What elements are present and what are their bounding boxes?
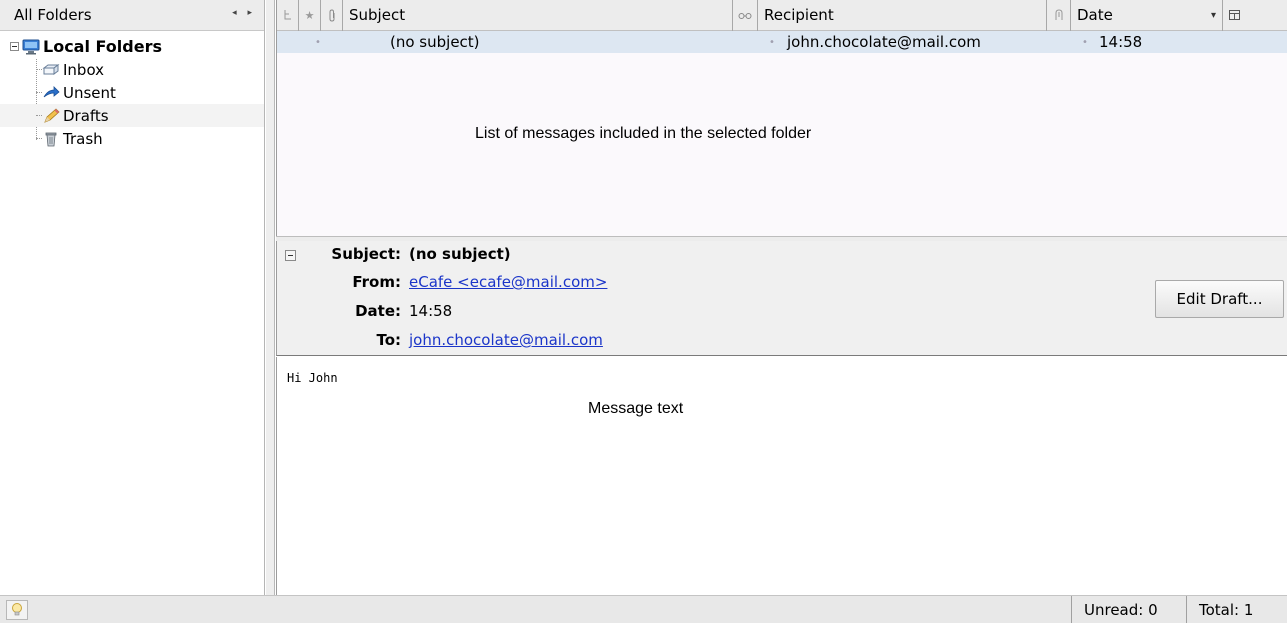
sidebar-item-label: Drafts: [63, 106, 109, 125]
folder-pane: All Folders ◂ ▸ Local Folders Inbox Unse…: [0, 0, 265, 595]
message-list-header: ★ Subject Recipient Date ▾: [277, 0, 1287, 31]
column-header-recipient[interactable]: Recipient: [758, 0, 1047, 31]
pencil-icon: [42, 107, 60, 124]
spam-status-dot-icon[interactable]: •: [1082, 37, 1088, 48]
thread-column-icon[interactable]: [277, 0, 299, 31]
sidebar-item-label: Inbox: [63, 60, 105, 79]
row-subject: (no subject): [390, 33, 480, 51]
message-header-pane: Subject: (no subject) From: eCafe <ecafe…: [276, 241, 1287, 356]
sidebar-item-label: Unsent: [63, 83, 116, 102]
column-header-label: Recipient: [764, 6, 834, 24]
sidebar-item-unsent[interactable]: Unsent: [0, 81, 264, 104]
column-picker-icon[interactable]: [1223, 0, 1245, 31]
tree-item-label: Local Folders: [43, 37, 162, 56]
trash-icon: [42, 131, 60, 147]
collapse-toggle-icon[interactable]: [10, 42, 19, 51]
row-recipient: john.chocolate@mail.com: [787, 33, 981, 51]
computer-icon: [22, 39, 40, 55]
message-body-pane[interactable]: Hi John Message text: [276, 357, 1287, 595]
spam-icon[interactable]: [1047, 0, 1071, 31]
date-label: Date:: [355, 302, 401, 320]
sidebar-item-label: Trash: [63, 129, 103, 148]
folder-view-switch-arrows-icon[interactable]: ◂ ▸: [232, 8, 256, 18]
edit-draft-button[interactable]: Edit Draft...: [1155, 280, 1284, 318]
unread-count: Unread: 0: [1071, 596, 1186, 623]
collapse-header-icon[interactable]: [285, 250, 296, 261]
sidebar-item-trash[interactable]: Trash: [0, 127, 264, 150]
read-status-dot-icon[interactable]: •: [315, 37, 321, 48]
total-count: Total: 1: [1186, 596, 1287, 623]
tree-item-local-folders[interactable]: Local Folders: [0, 35, 264, 58]
message-body-caption: Message text: [588, 400, 684, 417]
from-label: From:: [352, 273, 401, 291]
inbox-icon: [42, 62, 60, 78]
column-header-label: Date: [1077, 6, 1113, 24]
pane-splitter[interactable]: [266, 0, 275, 595]
column-header-date[interactable]: Date ▾: [1071, 0, 1223, 31]
message-list-caption: List of messages included in the selecte…: [475, 125, 812, 142]
subject-label: Subject:: [331, 245, 401, 263]
header-date-row: Date: 14:58: [315, 302, 452, 320]
folder-pane-title: All Folders: [14, 6, 92, 24]
subject-value: (no subject): [409, 245, 511, 263]
folder-pane-header[interactable]: All Folders ◂ ▸: [0, 0, 264, 31]
read-glasses-icon[interactable]: [733, 0, 758, 31]
column-header-subject[interactable]: Subject: [343, 0, 733, 31]
attachment-icon[interactable]: [321, 0, 343, 31]
column-header-label: Subject: [349, 6, 406, 24]
header-from-row: From: eCafe <ecafe@mail.com>: [315, 273, 607, 291]
activity-bulb-icon[interactable]: [6, 600, 28, 620]
header-to-row: To: john.chocolate@mail.com: [315, 331, 603, 349]
to-link[interactable]: john.chocolate@mail.com: [409, 331, 603, 349]
header-subject-row: Subject: (no subject): [315, 245, 511, 263]
sort-dropdown-icon[interactable]: ▾: [1211, 10, 1216, 21]
status-bar: Unread: 0 Total: 1: [0, 595, 1287, 623]
from-link[interactable]: eCafe <ecafe@mail.com>: [409, 273, 607, 291]
row-date: 14:58: [1099, 33, 1143, 51]
message-list: ★ Subject Recipient Date ▾ • (no subject…: [276, 0, 1287, 236]
date-value: 14:58: [409, 302, 453, 320]
read-status-dot-icon[interactable]: •: [769, 37, 775, 48]
unsent-arrow-icon: [42, 85, 60, 101]
sidebar-item-drafts[interactable]: Drafts: [0, 104, 264, 127]
message-body-text: Hi John: [287, 371, 338, 385]
star-icon[interactable]: ★: [299, 0, 321, 31]
folder-tree: Local Folders Inbox Unsent Drafts Trash: [0, 31, 264, 150]
table-row[interactable]: • (no subject) • john.chocolate@mail.com…: [277, 31, 1287, 53]
to-label: To:: [376, 331, 401, 349]
sidebar-item-inbox[interactable]: Inbox: [0, 58, 264, 81]
